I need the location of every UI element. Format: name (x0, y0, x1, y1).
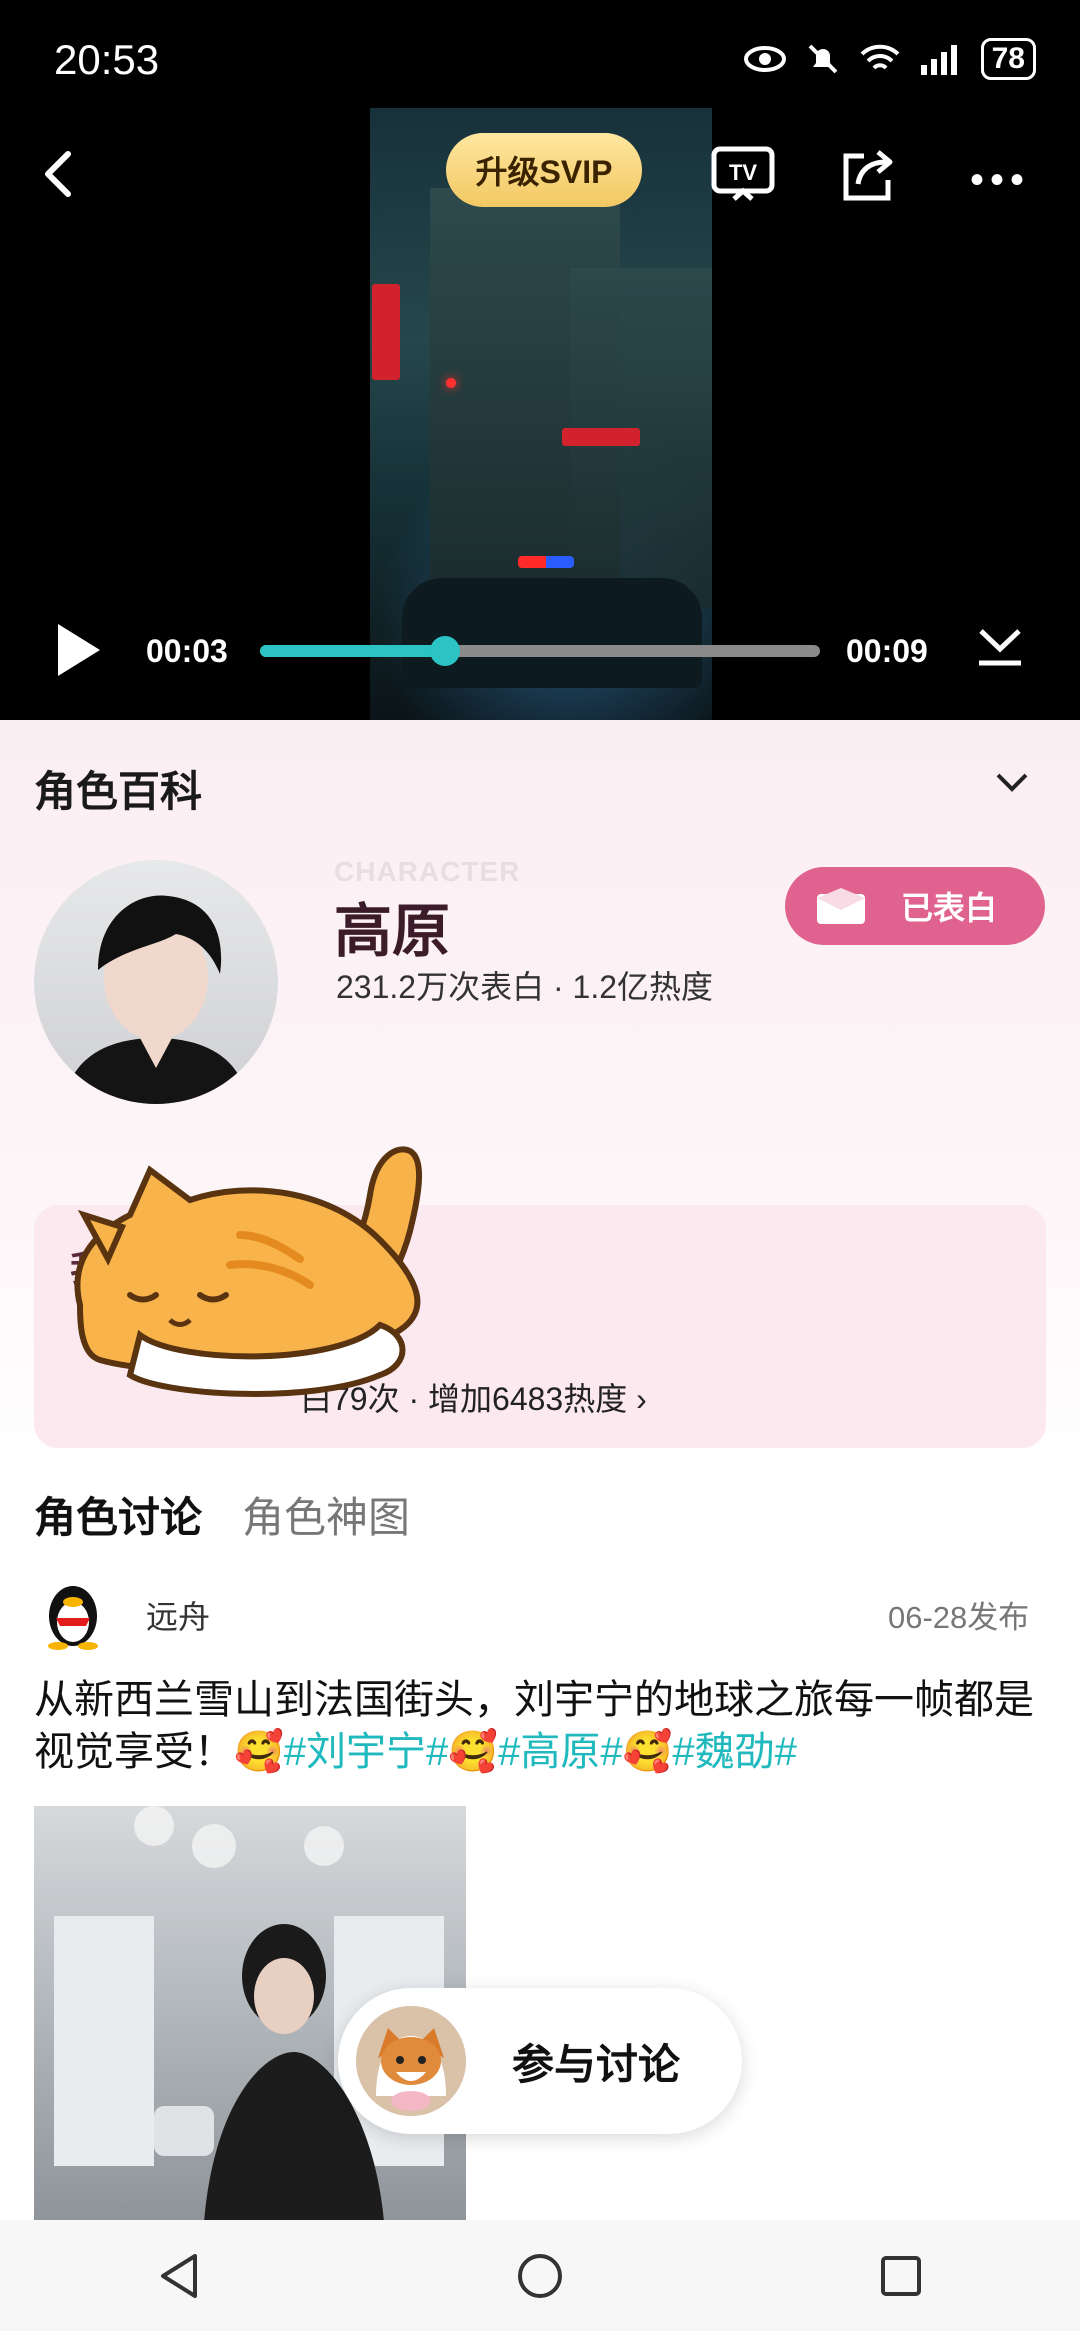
signal-icon (920, 45, 957, 75)
status-icons: 78 (743, 38, 1036, 80)
upgrade-svip-button[interactable]: 升级SVIP (446, 133, 642, 207)
section-title: 角色百科 (34, 768, 203, 815)
current-time: 00:03 (146, 633, 228, 669)
mute-bell-icon (808, 44, 838, 74)
nav-back-icon[interactable] (157, 2252, 201, 2300)
tab-character-discussion[interactable]: 角色讨论 (34, 1484, 202, 1545)
back-arrow-icon[interactable] (40, 148, 80, 200)
police-car (402, 578, 702, 688)
post-text: 从新西兰雪山到法国街头，刘宇宁的地球之旅每一帧都是视觉享受！🥰#刘宇宁#🥰#高原… (34, 1674, 1054, 1778)
download-icon[interactable] (975, 625, 1025, 669)
play-icon[interactable] (54, 622, 104, 678)
eye-icon (743, 46, 786, 72)
cat-avatar (356, 2006, 466, 2116)
siren (518, 556, 574, 568)
hashtag-link[interactable]: 🥰#魏劭# (623, 1730, 797, 1774)
system-nav-bar (0, 2220, 1080, 2331)
neon-sign (562, 428, 640, 446)
envelope-icon (817, 888, 865, 924)
nav-home-icon[interactable] (515, 2251, 565, 2301)
character-name: 高原 (334, 899, 451, 964)
character-stats: 231.2万次表白 · 1.2亿热度 (336, 969, 714, 1005)
join-discussion-label: 参与讨论 (512, 2040, 681, 2088)
total-time: 00:09 (846, 633, 928, 669)
nav-recents-icon[interactable] (879, 2254, 923, 2298)
chevron-down-icon[interactable] (995, 772, 1029, 794)
share-icon[interactable] (838, 142, 900, 204)
cat-face-icon (356, 2006, 466, 2116)
progress-bar[interactable] (260, 636, 820, 666)
cat-sticker (74, 1146, 422, 1397)
battery-indicator: 78 (980, 38, 1036, 80)
join-discussion-button[interactable]: 参与讨论 (338, 1988, 742, 2134)
qq-penguin-avatar[interactable] (34, 1572, 112, 1650)
hashtag-link[interactable]: 🥰#刘宇宁# (234, 1730, 448, 1774)
progress-knob[interactable] (429, 636, 460, 666)
portrait-image (64, 895, 248, 1104)
clock: 20:53 (54, 36, 160, 83)
post-username[interactable]: 远舟 (146, 1592, 210, 1638)
confessed-label: 已表白 (901, 890, 998, 926)
svg-text:TV: TV (729, 160, 757, 185)
progress-fill (260, 645, 445, 657)
confessed-button[interactable]: 已表白 (785, 867, 1045, 945)
tv-cast-icon[interactable]: TV (710, 145, 776, 207)
status-bar: 20:53 78 (0, 0, 1080, 120)
wifi-icon (860, 44, 900, 70)
character-avatar[interactable] (34, 860, 278, 1104)
post-date: 06-28发布 (888, 1600, 1030, 1635)
tab-character-pictures[interactable]: 角色神图 (242, 1484, 410, 1545)
more-options-icon[interactable]: ••• (970, 158, 1030, 203)
traffic-light (446, 378, 456, 388)
neon-sign (372, 284, 400, 380)
hashtag-link[interactable]: 🥰#高原# (448, 1730, 622, 1774)
